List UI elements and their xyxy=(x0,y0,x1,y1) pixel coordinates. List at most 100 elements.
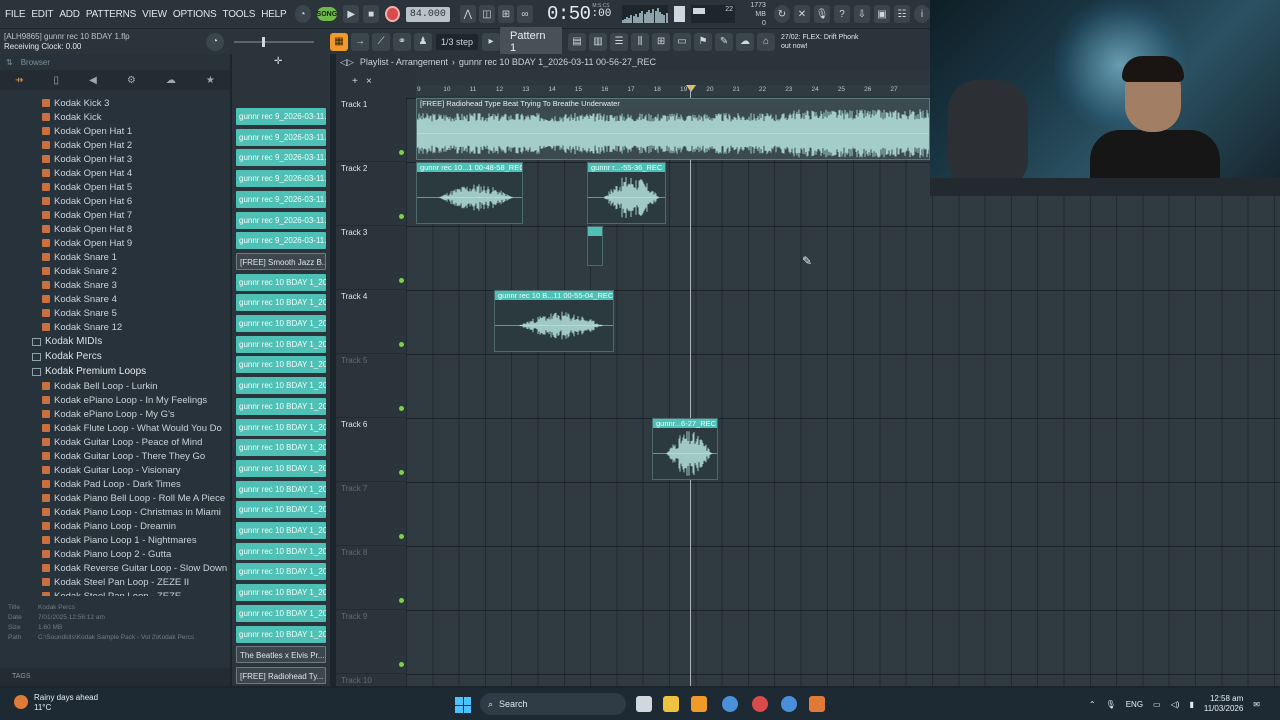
track-header[interactable]: Track 6 xyxy=(336,418,406,482)
stop-icon[interactable]: ■ xyxy=(363,5,380,23)
plugin-picker-icon[interactable]: ⚑ xyxy=(694,32,713,51)
help-icon[interactable]: ? xyxy=(833,5,850,23)
menu-help[interactable]: HELP xyxy=(261,9,287,20)
track-header[interactable]: Track 4 xyxy=(336,290,406,354)
mic-icon[interactable]: 🎙 xyxy=(813,5,830,23)
audio-clip-button[interactable]: gunnr rec 10 BDAY 1_202... xyxy=(236,480,326,498)
file-explorer-icon[interactable] xyxy=(663,696,679,712)
cloud-icon[interactable]: ☁ xyxy=(736,32,755,51)
track-led-icon[interactable] xyxy=(399,214,404,219)
menu-patterns[interactable]: PATTERNS xyxy=(86,9,136,20)
news-ticker[interactable]: 27/02: FLEX: Drift Phonk out now! xyxy=(781,33,861,51)
browser-file[interactable]: Kodak Piano Loop - Dreamin xyxy=(0,519,230,533)
browser-file[interactable]: Kodak Snare 1 xyxy=(0,250,230,264)
browser-file[interactable]: Kodak Open Hat 6 xyxy=(0,194,230,208)
browser-file[interactable]: Kodak Open Hat 7 xyxy=(0,208,230,222)
browser-file[interactable]: Kodak Piano Loop 1 - Nightmares xyxy=(0,533,230,547)
audio-clip-button[interactable]: gunnr rec 9_2026-03-11... xyxy=(236,149,326,167)
piano-roll-icon[interactable]: ▥ xyxy=(589,32,608,51)
weather-widget[interactable]: Rainy days ahead 11°C xyxy=(14,693,98,713)
mixer-view-icon[interactable]: ⫼ xyxy=(631,32,650,51)
browser-file[interactable]: Kodak Snare 12 xyxy=(0,320,230,334)
track-header[interactable]: Track 5 xyxy=(336,354,406,418)
track-header[interactable]: Track 2 xyxy=(336,162,406,226)
audio-clip-button[interactable]: gunnr rec 10 BDAY 1_202... xyxy=(236,459,326,477)
online-icon[interactable]: ↻ xyxy=(773,5,790,23)
track-header[interactable]: Track 1 xyxy=(336,98,406,162)
audio-clip-button[interactable]: gunnr rec 10 BDAY 1_202... xyxy=(236,335,326,353)
track-header[interactable]: Track 10 xyxy=(336,674,406,686)
menu-file[interactable]: FILE xyxy=(5,9,26,20)
browser-file[interactable]: Kodak Open Hat 2 xyxy=(0,138,230,152)
browser-file[interactable]: Kodak Snare 2 xyxy=(0,264,230,278)
audio-clip-button[interactable]: gunnr rec 10 BDAY 1_202... xyxy=(236,397,326,415)
browser-file[interactable]: Kodak Reverse Guitar Loop - Slow Down xyxy=(0,561,230,575)
audio-clip-button[interactable]: gunnr rec 9_2026-03-11... xyxy=(236,211,326,229)
track-led-icon[interactable] xyxy=(399,342,404,347)
audio-clip-small[interactable] xyxy=(587,226,603,266)
audio-clip[interactable]: gunnr r...-55-36_REC xyxy=(587,162,666,224)
clock[interactable]: 12:58 am 11/03/2026 xyxy=(1204,694,1243,714)
mixer-icon[interactable]: ☷ xyxy=(894,5,911,23)
vlc-icon[interactable] xyxy=(809,696,825,712)
playlist-arrow-icon[interactable]: ◁▷ xyxy=(340,57,354,68)
audio-clip-button[interactable]: gunnr rec 10 BDAY 1_202... xyxy=(236,584,326,602)
browser-file[interactable]: Kodak Pad Loop - Dark Times xyxy=(0,477,230,491)
track-header[interactable]: Track 9 xyxy=(336,610,406,674)
start-button[interactable] xyxy=(455,697,471,713)
audio-clip-button[interactable]: gunnr rec 10 BDAY 1_202... xyxy=(236,604,326,622)
audio-clip-button[interactable]: gunnr rec 9_2026-03-11... xyxy=(236,108,326,125)
browser-file[interactable]: Kodak Open Hat 1 xyxy=(0,124,230,138)
tray-chevron-icon[interactable]: ⌃ xyxy=(1089,700,1096,709)
master-volume-slider[interactable] xyxy=(234,36,314,47)
browser-file[interactable]: Kodak Kick xyxy=(0,110,230,124)
countdown-icon[interactable]: ⊞ xyxy=(497,5,514,23)
pat-song-toggle[interactable]: SONG xyxy=(316,7,338,21)
time-display[interactable]: 0:50 :00 M:S:CS xyxy=(547,3,611,25)
browser-file[interactable]: Kodak Steel Pan Loop - ZEZE xyxy=(0,589,230,596)
browser-cloud-icon[interactable]: ☁ xyxy=(166,75,176,86)
browser-file[interactable]: Kodak Flute Loop - What Would You Do xyxy=(0,421,230,435)
track-led-icon[interactable] xyxy=(399,150,404,155)
playlist-close-icon[interactable]: × xyxy=(366,76,372,87)
playlist-add-icon[interactable]: + xyxy=(352,76,358,87)
audio-clip[interactable]: gunnr rec 10...1 00-48-58_REC xyxy=(416,162,523,224)
wait-input-icon[interactable]: ◫ xyxy=(478,5,495,23)
task-view-icon[interactable] xyxy=(636,696,652,712)
browser-icon[interactable]: ▭ xyxy=(673,32,692,51)
network-icon[interactable]: ▭ xyxy=(1153,700,1161,709)
record-button[interactable] xyxy=(385,6,400,22)
track-led-icon[interactable] xyxy=(399,534,404,539)
audio-clip-button[interactable]: gunnr rec 10 BDAY 1_202... xyxy=(236,501,326,519)
audio-clip-button[interactable]: gunnr rec 10 BDAY 1_202... xyxy=(236,418,326,436)
play-icon[interactable]: ▶ xyxy=(343,5,360,23)
browser-nav-icon[interactable]: ⇅ xyxy=(6,58,13,67)
track-led-icon[interactable] xyxy=(399,278,404,283)
timeline-ruler[interactable]: 9 10 11 12 13 14 15 16 17 18 19 20 21 22 23 24 25 26 27 xyxy=(416,85,930,96)
menu-tools[interactable]: TOOLS xyxy=(222,9,255,20)
step-edit-icon[interactable]: ▦ xyxy=(330,32,348,51)
export-icon[interactable]: ⇩ xyxy=(853,5,870,23)
menu-add[interactable]: ADD xyxy=(59,9,80,20)
pattern-clip-button[interactable]: [FREE] Smooth Jazz B... xyxy=(236,252,326,270)
playhead[interactable] xyxy=(690,85,691,686)
tools-icon[interactable]: ✕ xyxy=(793,5,810,23)
browser-file[interactable]: Kodak Guitar Loop - There They Go xyxy=(0,449,230,463)
tray-mic-icon[interactable]: 🎙 xyxy=(1106,700,1116,709)
audio-clip[interactable]: gunnr rec 10 B...11 00-55-04_REC xyxy=(494,290,614,352)
pattern-clip-button[interactable]: [FREE] Radiohead Ty... xyxy=(236,666,326,684)
playhead-marker[interactable] xyxy=(686,85,696,92)
pattern-clip-button[interactable]: The Beatles x Elvis Pr... xyxy=(236,646,326,664)
track-header[interactable]: Track 7 xyxy=(336,482,406,546)
snap-select[interactable]: 1/3 step xyxy=(436,33,479,50)
main-pitch-knob[interactable]: ◔ xyxy=(206,32,224,51)
browser-plugin-db-icon[interactable]: ⚙ xyxy=(127,75,136,86)
browser-file[interactable]: Kodak Open Hat 8 xyxy=(0,222,230,236)
audio-clip-button[interactable]: gunnr rec 10 BDAY 1_202... xyxy=(236,542,326,560)
volume-icon[interactable]: ◁) xyxy=(1171,700,1180,709)
audio-clip[interactable]: gunnr...6-27_REC xyxy=(652,418,718,480)
browser-file[interactable]: Kodak Piano Loop 2 - Gutta xyxy=(0,547,230,561)
menu-edit[interactable]: EDIT xyxy=(31,9,53,20)
browser-folder[interactable]: Kodak MIDIs xyxy=(0,334,230,349)
link-icon[interactable]: ⚭ xyxy=(393,32,411,51)
